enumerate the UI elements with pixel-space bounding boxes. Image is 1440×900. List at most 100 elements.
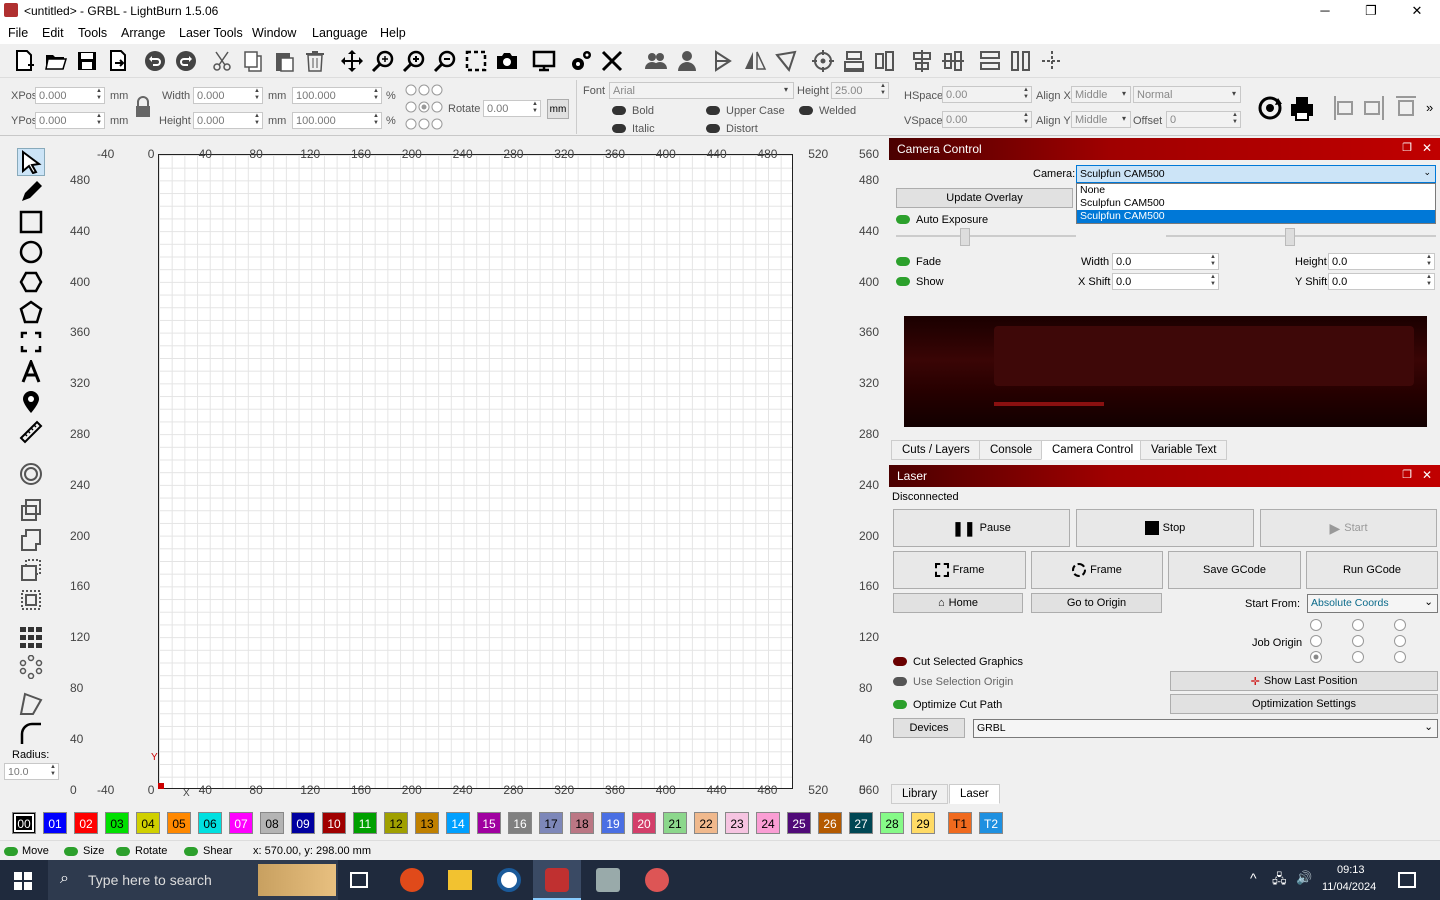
notification-icon[interactable] (1398, 872, 1416, 888)
layer-swatch-05[interactable]: 05 (167, 812, 191, 834)
monitor-icon[interactable] (530, 47, 558, 75)
rectangle-tool-icon[interactable] (17, 208, 45, 236)
print-cut-icon[interactable] (1288, 94, 1316, 122)
taskbar-wordpress-icon[interactable] (497, 868, 521, 892)
update-overlay-button[interactable]: Update Overlay (896, 188, 1073, 208)
task-view-icon[interactable] (350, 872, 368, 888)
use-selection-origin-toggle[interactable] (893, 677, 907, 686)
group-icon[interactable] (642, 47, 670, 75)
windows-start-icon[interactable] (14, 872, 32, 890)
layer-swatch-28[interactable]: 28 (880, 812, 904, 834)
fade-toggle[interactable] (896, 257, 910, 266)
menu-language[interactable]: Language (312, 26, 368, 40)
text-mode-select[interactable]: Normal ▾ (1133, 86, 1241, 103)
workspace-grid[interactable] (158, 154, 793, 789)
move-to-laser-icon[interactable] (1038, 47, 1066, 75)
height-field[interactable]: 0.000 ▲ ▼ (193, 112, 263, 129)
overlay-height-field[interactable]: 0.0 ▲ ▼ (1328, 253, 1435, 270)
camera-option-highlighted[interactable]: Sculpfun CAM500 (1077, 210, 1435, 223)
mirror-horizontal-icon[interactable] (741, 47, 769, 75)
make-same-height-icon[interactable] (1007, 47, 1035, 75)
align-x-select[interactable]: Middle ▾ (1071, 86, 1131, 103)
vspace-field[interactable]: 0.00 ▲ ▼ (942, 111, 1032, 128)
menu-help[interactable]: Help (380, 26, 406, 40)
corner-radius-icon[interactable] (17, 720, 45, 748)
y-shift-field[interactable]: 0.0 ▲ ▼ (1328, 273, 1435, 290)
align-top-icon[interactable] (1394, 94, 1418, 122)
devices-button[interactable]: Devices (893, 718, 965, 738)
rotate-field[interactable]: 0.00 ▲ ▼ (483, 100, 541, 117)
new-file-icon[interactable] (10, 47, 38, 75)
camera-select[interactable]: Sculpfun CAM500 ⌄ (1076, 165, 1436, 183)
polygon-tool-icon[interactable] (17, 268, 45, 296)
start-from-select[interactable]: Absolute Coords ⌄ (1307, 594, 1438, 613)
taskbar-app-browser-icon[interactable] (400, 868, 424, 892)
rotate-view-icon[interactable] (1256, 94, 1284, 122)
zoom-fit-icon[interactable] (369, 47, 397, 75)
weld-tool-icon[interactable] (17, 496, 45, 524)
text-tool-icon[interactable] (17, 358, 45, 386)
open-file-icon[interactable] (42, 47, 70, 75)
layer-swatch-T1[interactable]: T1 (948, 812, 972, 834)
clock-date[interactable]: 11/04/2024 (1322, 881, 1376, 893)
layer-swatch-09[interactable]: 09 (291, 812, 315, 834)
font-select[interactable]: Arial ▾ (609, 82, 794, 99)
save-gcode-button[interactable]: Save GCode (1168, 551, 1301, 589)
stop-button[interactable]: Stop (1076, 509, 1254, 547)
overlay-width-field[interactable]: 0.0 ▲ ▼ (1112, 253, 1219, 270)
taskbar-file-explorer-icon[interactable] (448, 870, 472, 890)
clock-time[interactable]: 09:13 (1337, 864, 1365, 876)
distort-toggle[interactable] (706, 124, 720, 133)
lock-icon[interactable] (134, 96, 152, 118)
layer-swatch-12[interactable]: 12 (384, 812, 408, 834)
distribute-horizontal-icon[interactable] (939, 47, 967, 75)
italic-toggle[interactable] (612, 124, 626, 133)
radius-field[interactable]: 10.0 ▲ ▼ (4, 763, 59, 780)
offset-field[interactable]: 0 ▲ ▼ (1166, 111, 1241, 128)
frame-rect-button[interactable]: Frame (893, 551, 1026, 589)
settings-gears-icon[interactable] (567, 47, 595, 75)
select-tool-icon[interactable] (17, 148, 45, 176)
width-percent-field[interactable]: 100.000 ▲ ▼ (292, 87, 382, 104)
taskbar-search-box[interactable]: ⌕ Type here to search (48, 860, 338, 900)
layer-swatch-04[interactable]: 04 (136, 812, 160, 834)
tab-cuts-layers[interactable]: Cuts / Layers (891, 440, 981, 460)
minimize-button[interactable]: ─ (1302, 0, 1348, 22)
layer-swatch-21[interactable]: 21 (663, 812, 687, 834)
pentagon-tool-icon[interactable] (17, 298, 45, 326)
show-hidden-icons-icon[interactable]: ^ (1250, 870, 1257, 886)
copy-icon[interactable] (239, 47, 267, 75)
layer-swatch-27[interactable]: 27 (849, 812, 873, 834)
origin-radio-bottom-center[interactable] (1352, 651, 1364, 663)
rotate-toggle[interactable] (116, 847, 130, 856)
brightness-slider-track[interactable] (1166, 235, 1436, 237)
canvas-area[interactable]: -40 0 40 80 120 160 200 240 280 320 360 400 440 480 52… (62, 138, 888, 806)
start-button[interactable]: ▶ Start (1260, 509, 1437, 547)
overflow-chevron-icon[interactable]: » (1426, 100, 1433, 115)
optimize-cut-path-toggle[interactable] (893, 700, 907, 709)
size-toggle[interactable] (64, 847, 78, 856)
upper-case-toggle[interactable] (706, 106, 720, 115)
anchor-grid-icon[interactable] (404, 83, 444, 131)
layer-swatch-01[interactable]: 01 (43, 812, 67, 834)
tab-variable-text[interactable]: Variable Text (1140, 440, 1228, 460)
tab-camera-control[interactable]: Camera Control (1041, 440, 1145, 460)
layer-swatch-07[interactable]: 07 (229, 812, 253, 834)
move-toggle[interactable] (4, 847, 18, 856)
width-field[interactable]: 0.000 ▲ ▼ (193, 87, 263, 104)
go-to-origin-button[interactable]: Go to Origin (1031, 593, 1162, 613)
layer-swatch-29[interactable]: 29 (911, 812, 935, 834)
origin-radio-middle-center[interactable] (1352, 635, 1364, 647)
origin-radio-top-center[interactable] (1352, 619, 1364, 631)
cut-selected-toggle[interactable] (893, 657, 907, 666)
boolean-union-icon[interactable] (17, 526, 45, 554)
layer-swatch-25[interactable]: 25 (787, 812, 811, 834)
undo-icon[interactable] (141, 47, 169, 75)
close-button[interactable]: ✕ (1394, 0, 1440, 22)
layer-swatch-26[interactable]: 26 (818, 812, 842, 834)
layer-swatch-22[interactable]: 22 (694, 812, 718, 834)
save-icon[interactable] (73, 47, 101, 75)
layer-swatch-18[interactable]: 18 (570, 812, 594, 834)
menu-arrange[interactable]: Arrange (121, 26, 165, 40)
exposure-slider-track[interactable] (896, 235, 1076, 237)
